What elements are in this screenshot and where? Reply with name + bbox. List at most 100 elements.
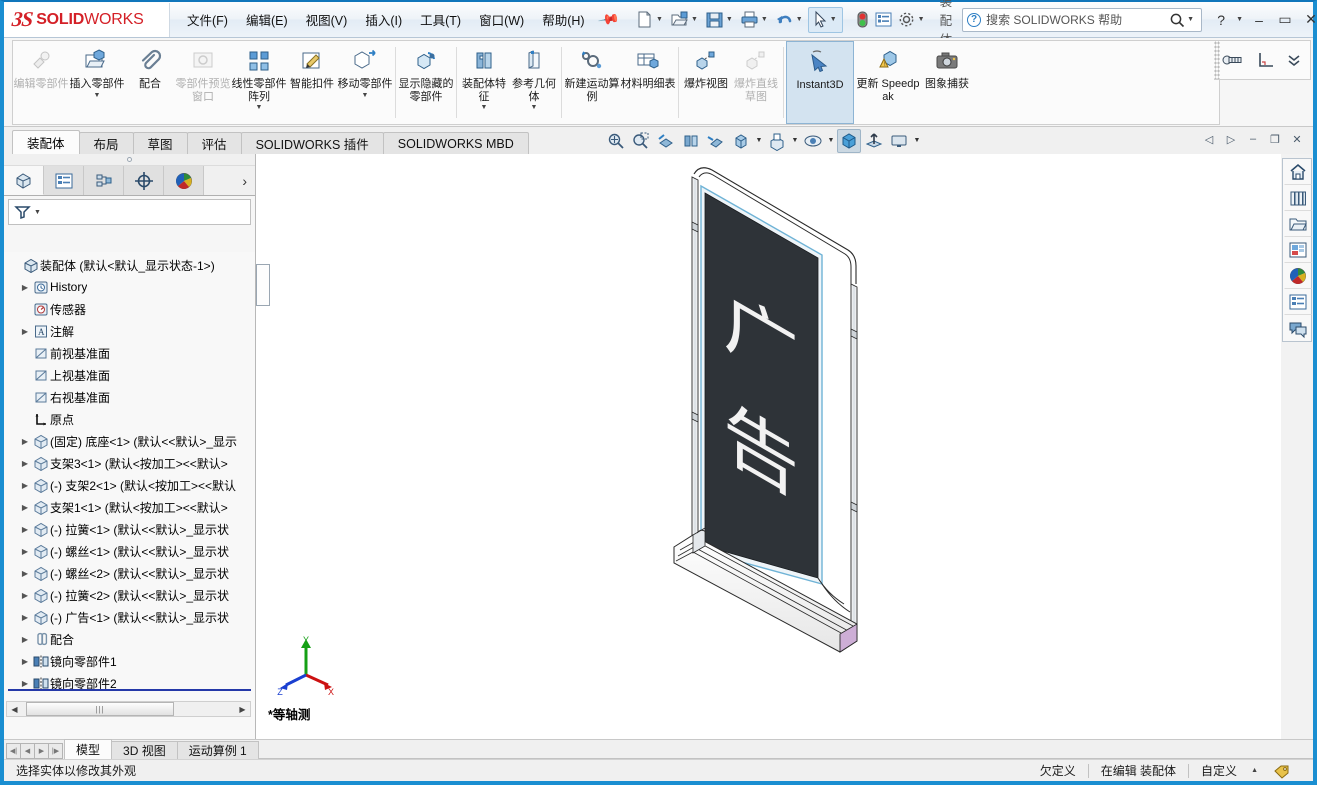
panel-tabs-more-button[interactable]: ›: [204, 166, 255, 195]
bottom-tab-3d-views[interactable]: 3D 视图: [111, 741, 178, 759]
status-custom-units[interactable]: 自定义: [1189, 762, 1249, 779]
tree-item-screw1[interactable]: ▶ (-) 螺丝<1> (默认<<默认>_显示状: [4, 540, 255, 562]
tree-rollback-bar[interactable]: [8, 689, 251, 691]
file-explorer-folder-icon[interactable]: [1284, 211, 1312, 237]
tree-item-spring2[interactable]: ▶ (-) 拉簧<2> (默认<<默认>_显示状: [4, 584, 255, 606]
minimize-document-icon[interactable]: –: [1243, 129, 1263, 149]
panel-tab-configuration-manager[interactable]: [84, 166, 124, 195]
tab-sketch[interactable]: 草图: [132, 132, 188, 154]
menu-view[interactable]: 视图(V): [297, 6, 357, 33]
feature-tree-filter[interactable]: ▼: [8, 199, 251, 225]
undo-caret-icon[interactable]: ▼: [796, 16, 803, 23]
tree-expander-history[interactable]: ▶: [18, 283, 32, 292]
tree-item-base[interactable]: ▶ (固定) 底座<1> (默认<<默认>_显示: [4, 430, 255, 452]
tree-item-bracket2[interactable]: ▶ (-) 支架2<1> (默认<按加工><<默认: [4, 474, 255, 496]
ribbon-new-motion-study[interactable]: 新建运动算例: [564, 41, 620, 124]
help-button[interactable]: ?: [1208, 7, 1234, 33]
ribbon-component-preview[interactable]: 零部件预览窗口: [175, 41, 231, 124]
ribbon-reference-geometry[interactable]: 参考几何体 ▼: [509, 41, 559, 124]
panel-tab-dimxpert-manager[interactable]: [124, 166, 164, 195]
panel-tab-property-manager[interactable]: [44, 166, 84, 195]
tree-item-top-plane[interactable]: 上视基准面: [4, 364, 255, 386]
tree-expander-screw1[interactable]: ▶: [18, 547, 32, 556]
options-button[interactable]: ▼: [895, 7, 930, 33]
ribbon-assembly-features[interactable]: 装配体特征 ▼: [459, 41, 509, 124]
graphics-area[interactable]: 广 告 Y X Z *等轴测: [256, 154, 1281, 739]
home-icon[interactable]: [1284, 159, 1312, 185]
menu-window[interactable]: 窗口(W): [470, 6, 533, 33]
tree-expander-bracket3[interactable]: ▶: [18, 459, 32, 468]
tree-item-mates[interactable]: ▶ 配合: [4, 628, 255, 650]
tree-item-right-plane[interactable]: 右视基准面: [4, 386, 255, 408]
zoom-to-area-icon[interactable]: [629, 129, 653, 153]
tree-horizontal-scrollbar[interactable]: ◀ ||| ▶: [6, 701, 251, 717]
display-style-icon[interactable]: [729, 129, 753, 153]
section-view-icon[interactable]: [654, 129, 678, 153]
options-caret-icon[interactable]: ▼: [918, 16, 925, 23]
feature-tree[interactable]: 装配体 (默认<默认_显示状态-1>) ▶ History 传感器 ▶ A 注解…: [4, 252, 255, 739]
help-caret-icon[interactable]: ▼: [1236, 16, 1243, 23]
tree-item-mirror1[interactable]: ▶ 镜向零部件1: [4, 650, 255, 672]
previous-tab-button[interactable]: ◀: [20, 743, 35, 759]
bottom-tab-model[interactable]: 模型: [64, 739, 113, 759]
menu-edit[interactable]: 编辑(E): [237, 6, 297, 33]
linear-pattern-dropdown-icon[interactable]: ▼: [256, 104, 263, 111]
display-monitor-icon[interactable]: [887, 129, 911, 153]
ribbon-move-component[interactable]: 移动零部件 ▼: [337, 41, 393, 124]
tab-assembly[interactable]: 装配体: [12, 130, 80, 154]
tree-expander-spring2[interactable]: ▶: [18, 591, 32, 600]
filter-caret-icon[interactable]: ▼: [34, 209, 41, 216]
search-icon[interactable]: [1169, 12, 1185, 28]
previous-view-icon[interactable]: [704, 129, 728, 153]
menu-insert[interactable]: 插入(I): [356, 6, 411, 33]
ribbon-show-hidden-components[interactable]: 显示隐藏的零部件: [398, 41, 454, 124]
first-tab-button[interactable]: ◀|: [6, 743, 21, 759]
tag-icon[interactable]: [1261, 763, 1303, 779]
tree-expander-mirror2[interactable]: ▶: [18, 679, 32, 688]
options-display-button[interactable]: [872, 7, 895, 33]
tab-solidworks-mbd[interactable]: SOLIDWORKS MBD: [382, 132, 529, 154]
tree-expander-bracket1[interactable]: ▶: [18, 503, 32, 512]
tab-evaluate[interactable]: 评估: [186, 132, 242, 154]
open-document-caret-icon[interactable]: ▼: [691, 16, 698, 23]
tree-item-advertisement[interactable]: ▶ (-) 广告<1> (默认<<默认>_显示状: [4, 606, 255, 628]
comments-bubble-icon[interactable]: [1284, 315, 1312, 341]
display-monitor-caret-icon[interactable]: ▼: [912, 137, 922, 144]
panel-tab-feature-manager[interactable]: [4, 166, 44, 195]
print-button[interactable]: ▼: [738, 7, 773, 33]
appearances-scenes-color-icon[interactable]: [1284, 263, 1312, 289]
tree-expander-advertisement[interactable]: ▶: [18, 613, 32, 622]
restore-document-icon[interactable]: ❐: [1265, 129, 1285, 149]
tree-item-spring1[interactable]: ▶ (-) 拉簧<1> (默认<<默认>_显示状: [4, 518, 255, 540]
ribbon-exploded-view[interactable]: 爆炸视图: [681, 41, 731, 124]
reference-geometry-dropdown-icon[interactable]: ▼: [531, 104, 538, 111]
tab-layout[interactable]: 布局: [78, 132, 134, 154]
move-component-dropdown-icon[interactable]: ▼: [362, 92, 369, 99]
tab-solidworks-addins[interactable]: SOLIDWORKS 插件: [240, 132, 384, 154]
search-help-box[interactable]: ? 搜索 SOLIDWORKS 帮助 ▼: [962, 7, 1203, 32]
filter-funnel-icon[interactable]: [14, 204, 32, 220]
next-pane-icon[interactable]: ▷: [1221, 129, 1241, 149]
tree-item-bracket1[interactable]: ▶ 支架1<1> (默认<按加工><<默认>: [4, 496, 255, 518]
print-caret-icon[interactable]: ▼: [761, 16, 768, 23]
tree-expander-mirror1[interactable]: ▶: [18, 657, 32, 666]
custom-properties-icon[interactable]: [1284, 289, 1312, 315]
tree-expander-spring1[interactable]: ▶: [18, 525, 32, 534]
menu-help[interactable]: 帮助(H): [533, 6, 593, 33]
new-document-caret-icon[interactable]: ▼: [656, 16, 663, 23]
ribbon-smart-fasteners[interactable]: 智能扣件: [287, 41, 337, 124]
corner-angle-icon[interactable]: [1256, 51, 1274, 69]
tree-item-origin[interactable]: 原点: [4, 408, 255, 430]
tree-item-bracket3[interactable]: ▶ 支架3<1> (默认<按加工><<默认>: [4, 452, 255, 474]
tree-expander-base[interactable]: ▶: [18, 437, 32, 446]
select-button[interactable]: ▼: [807, 6, 843, 33]
previous-pane-icon[interactable]: ◁: [1199, 129, 1219, 149]
menu-tools[interactable]: 工具(T): [411, 6, 470, 33]
bottom-tab-motion-study-1[interactable]: 运动算例 1: [176, 741, 259, 759]
ribbon-update-speedpak[interactable]: ! 更新 Speedpak: [854, 41, 922, 124]
view-settings-caret-icon[interactable]: ▼: [826, 137, 836, 144]
ribbon-edit-component[interactable]: 编辑零部件: [13, 41, 69, 124]
maximize-button[interactable]: ▭: [1272, 7, 1298, 33]
menu-file[interactable]: 文件(F): [178, 6, 237, 33]
tree-expander-screw2[interactable]: ▶: [18, 569, 32, 578]
